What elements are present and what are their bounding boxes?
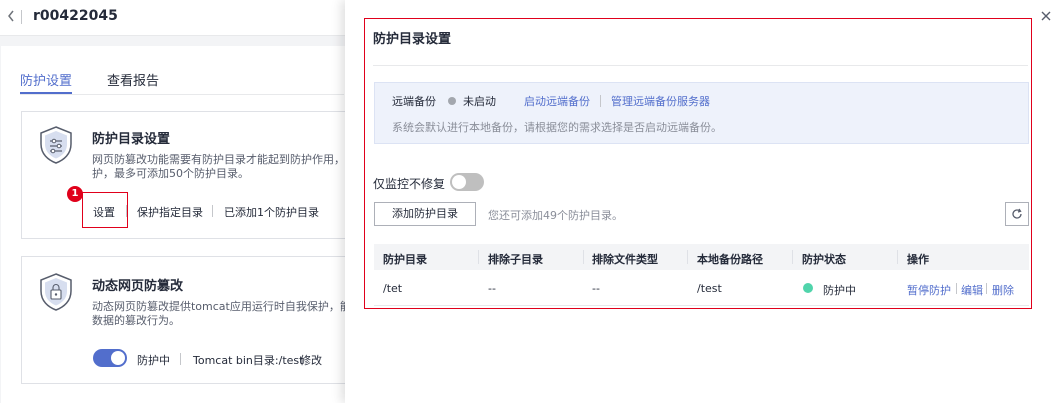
pause-protection-link[interactable]: 暂停防护 [907,282,951,298]
status-dot [448,97,456,105]
chevron-left-icon[interactable] [6,8,18,26]
column-header: 排除子目录 [488,253,543,266]
add-directory-hint: 您还可添加49个防护目录。 [488,209,623,222]
cell-backup-path: /test [697,282,722,295]
card-description-line2: 护，最多可添加50个防护目录。 [92,167,249,180]
start-remote-backup-link[interactable]: 启动远端备份 [524,93,590,109]
header-divider [21,10,22,24]
remote-backup-hint: 系统会默认进行本地备份，请根据您的需求选择是否启动远端备份。 [392,121,722,134]
cell-exclude-subdir: -- [488,282,496,295]
column-divider [897,250,898,264]
column-header: 本地备份路径 [697,253,763,266]
shield-settings-icon [40,126,72,164]
toggle-knob [111,351,125,365]
toggle-knob [452,175,466,189]
tab-view-report[interactable]: 查看报告 [107,70,159,89]
remote-backup-label: 远端备份 [392,95,436,108]
close-icon[interactable] [1039,10,1053,24]
cell-directory: /tet [383,282,403,295]
tab-divider [20,94,344,95]
divider [180,353,181,365]
settings-link[interactable]: 设置 [93,204,115,220]
add-directory-button[interactable]: 添加防护目录 [374,202,476,226]
step-badge: 1 [67,186,83,202]
shield-lock-icon [40,273,72,311]
tab-protection-settings[interactable]: 防护设置 [20,70,72,89]
protection-directory-drawer: 防护目录设置 远端备份 未启动 启动远端备份 管理远端备份服务器 系统会默认进行… [345,0,1057,403]
dynamic-protection-toggle[interactable] [93,349,127,367]
title-divider [373,65,1028,66]
refresh-icon [1012,208,1022,219]
divider [600,95,601,107]
delete-link[interactable]: 删除 [992,282,1014,298]
page-title: r00422045 [33,8,118,24]
table-row: /tet -- -- /test 防护中 暂停防护 编辑 删除 [374,270,1029,306]
divider [986,283,987,294]
column-divider [583,250,584,264]
tomcat-directory: Tomcat bin目录:/test [193,354,304,367]
column-divider [478,250,479,264]
protect-directory-link[interactable]: 保护指定目录 [137,204,203,220]
divider [956,283,957,294]
column-header: 防护状态 [802,253,846,266]
divider [126,205,127,217]
refresh-button[interactable] [1005,202,1029,226]
divider [212,205,213,217]
monitor-only-toggle[interactable] [450,173,484,191]
cell-status: 防护中 [823,284,856,297]
card-title: 防护目录设置 [92,132,171,147]
column-header: 防护目录 [383,253,427,266]
remote-backup-status: 未启动 [463,95,496,108]
edit-link[interactable]: 编辑 [961,282,983,298]
added-directory-count: 已添加1个防护目录 [224,206,319,219]
column-divider [687,250,688,264]
card-description-line2: 数据的篡改行为。 [92,314,180,327]
table-header: 防护目录 排除子目录 排除文件类型 本地备份路径 防护状态 操作 [374,244,1029,270]
status-dot [803,283,813,293]
cell-exclude-type: -- [592,282,600,295]
manage-backup-server-link[interactable]: 管理远端备份服务器 [611,93,710,109]
column-divider [792,250,793,264]
monitor-only-label: 仅监控不修复 [373,177,446,191]
column-header: 排除文件类型 [592,253,658,266]
card-title: 动态网页防篡改 [92,279,184,294]
drawer-title: 防护目录设置 [373,32,452,47]
column-header: 操作 [907,253,929,266]
edit-tomcat-link[interactable]: 修改 [300,352,322,368]
protection-status: 防护中 [137,354,170,367]
